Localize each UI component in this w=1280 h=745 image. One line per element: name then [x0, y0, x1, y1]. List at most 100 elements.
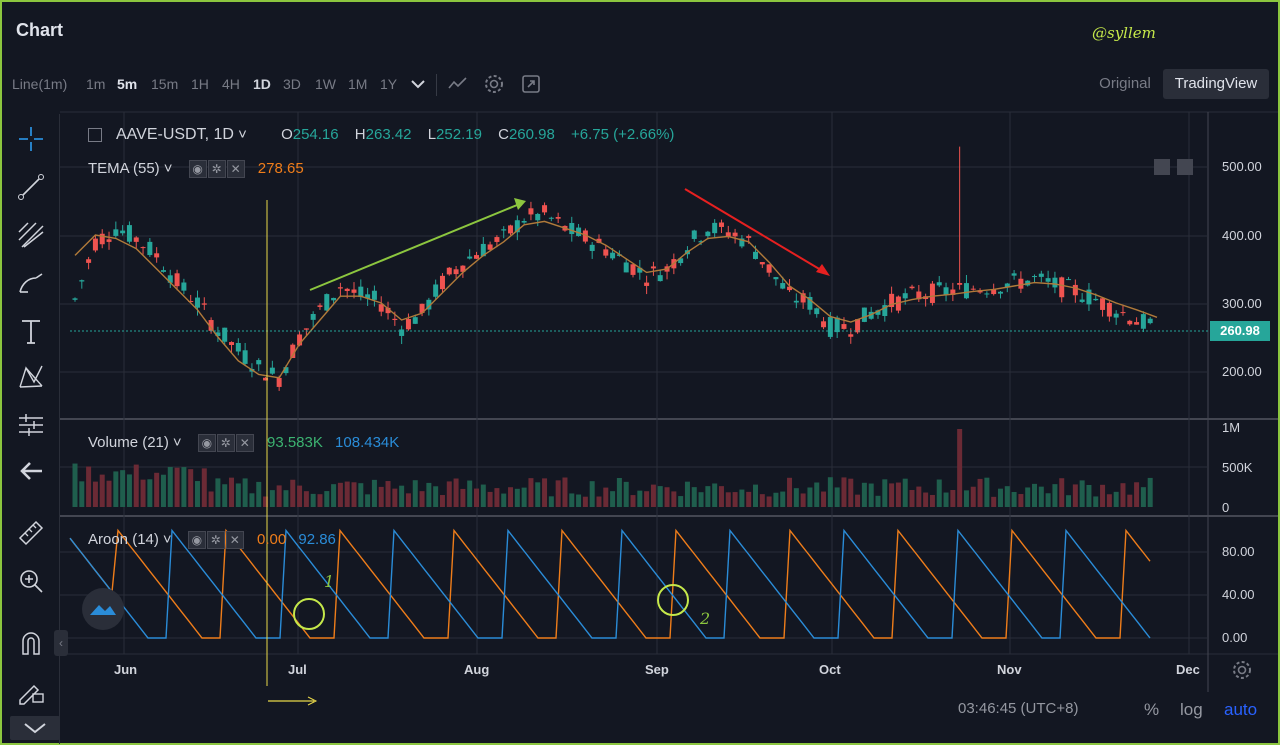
tema-name[interactable]: TEMA (55) — [88, 160, 160, 177]
candle-body — [1127, 320, 1133, 325]
volume-bar — [181, 467, 187, 507]
volume-bar — [317, 494, 323, 507]
volume-bar — [508, 487, 514, 507]
eye-icon[interactable]: ◉ — [187, 531, 206, 549]
price-axis-label: 500.00 — [1222, 159, 1262, 174]
chevron-down-icon[interactable]: ˅ — [173, 434, 182, 451]
volume-bar — [392, 488, 398, 507]
candle-body — [834, 317, 840, 333]
price-axis-label: 400.00 — [1222, 228, 1262, 243]
candle-body — [827, 317, 833, 337]
eye-icon[interactable]: ◉ — [197, 434, 216, 452]
auto-toggle[interactable]: auto — [1224, 700, 1257, 720]
volume-bar — [834, 487, 840, 507]
volume-bar — [787, 477, 793, 507]
chevron-down-icon[interactable]: ˅ — [163, 531, 172, 548]
current-price-tag: 260.98 — [1210, 321, 1270, 341]
gear-icon[interactable] — [1230, 658, 1254, 682]
close-icon[interactable]: ✕ — [225, 531, 244, 549]
volume-name[interactable]: Volume (21) — [88, 434, 169, 451]
volume-bar — [405, 493, 411, 507]
symbol-label[interactable]: AAVE-USDT, 1D — [116, 126, 234, 143]
volume-bar — [1106, 494, 1112, 507]
volume-bar — [167, 466, 173, 507]
volume-bar — [283, 490, 289, 507]
candle-body — [405, 319, 411, 330]
volume-bar — [569, 493, 575, 507]
candle-body — [1032, 276, 1038, 278]
candle-body — [997, 291, 1003, 294]
candle-body — [222, 327, 228, 342]
candle-body — [160, 270, 166, 272]
price-axis-label: 200.00 — [1222, 364, 1262, 379]
chart-app: Chart @syllem Line(1m) 1m 5m 15m 1H 4H 1… — [0, 0, 1280, 745]
time-axis-label: Jun — [114, 662, 138, 677]
downtrend-arrow — [684, 188, 827, 274]
volume-bar — [385, 481, 391, 507]
close-icon[interactable]: ✕ — [226, 160, 245, 178]
collapse-legend-icon[interactable] — [88, 128, 102, 143]
volume-bar — [487, 491, 493, 507]
volume-bar — [86, 466, 92, 507]
log-toggle[interactable]: log — [1180, 700, 1203, 720]
percent-toggle[interactable]: % — [1144, 700, 1159, 720]
gear-icon[interactable]: ✲ — [216, 434, 235, 452]
volume-bar — [861, 482, 867, 507]
tradingview-logo[interactable] — [82, 588, 124, 630]
volume-bar — [72, 463, 78, 507]
volume-bar — [160, 474, 166, 507]
volume-bar — [732, 492, 738, 507]
volume-bar — [1004, 486, 1010, 507]
volume-axis-label: 500K — [1222, 460, 1253, 475]
candle-body — [317, 305, 323, 307]
candle-body — [691, 230, 697, 239]
candle-body — [1106, 302, 1112, 317]
aroon-name[interactable]: Aroon (14) — [88, 531, 159, 548]
chart-canvas[interactable] — [2, 2, 1278, 743]
volume-bar — [943, 492, 949, 507]
volume-bar — [1120, 483, 1126, 507]
chevron-down-icon[interactable]: ˅ — [164, 160, 173, 177]
gear-icon[interactable]: ✲ — [206, 531, 225, 549]
volume-bar — [528, 478, 534, 507]
candle-body — [453, 269, 459, 275]
gear-icon[interactable]: ✲ — [207, 160, 226, 178]
volume-bar — [174, 467, 180, 507]
volume-bar — [297, 485, 303, 507]
candle-body — [542, 205, 548, 213]
candle-body — [1072, 284, 1078, 296]
candle-body — [467, 256, 473, 259]
candle-body — [1079, 299, 1085, 302]
aroon-axis-label: 80.00 — [1222, 544, 1255, 559]
volume-bar — [331, 484, 337, 507]
candle-body — [569, 222, 575, 235]
candle-body — [276, 377, 282, 387]
candle-body — [133, 237, 139, 242]
candle-body — [399, 329, 405, 336]
aroon-up-value: 0.00 — [256, 531, 287, 548]
volume-bar — [746, 491, 752, 507]
candle-body — [344, 288, 350, 292]
volume-bar — [610, 491, 616, 507]
chevron-down-icon[interactable]: ˅ — [238, 126, 247, 143]
volume-bar — [698, 492, 704, 507]
volume-bar — [841, 477, 847, 507]
time-axis-label: Jul — [288, 662, 307, 677]
open-label: O — [281, 126, 293, 143]
volume-bar — [521, 487, 527, 507]
volume-bar — [229, 477, 235, 507]
candle-body — [610, 252, 616, 259]
volume-bar — [290, 479, 296, 507]
candle-body — [1147, 318, 1153, 324]
candle-body — [705, 231, 711, 237]
price-axis-label: 300.00 — [1222, 296, 1262, 311]
annotation-label-1: 1 — [324, 572, 335, 591]
close-icon[interactable]: ✕ — [235, 434, 254, 452]
volume-bar — [970, 486, 976, 507]
volume-bar — [351, 482, 357, 507]
candle-body — [1059, 277, 1065, 298]
volume-bar — [269, 490, 275, 507]
candle-body — [718, 222, 724, 227]
candle-body — [821, 321, 827, 328]
eye-icon[interactable]: ◉ — [188, 160, 207, 178]
